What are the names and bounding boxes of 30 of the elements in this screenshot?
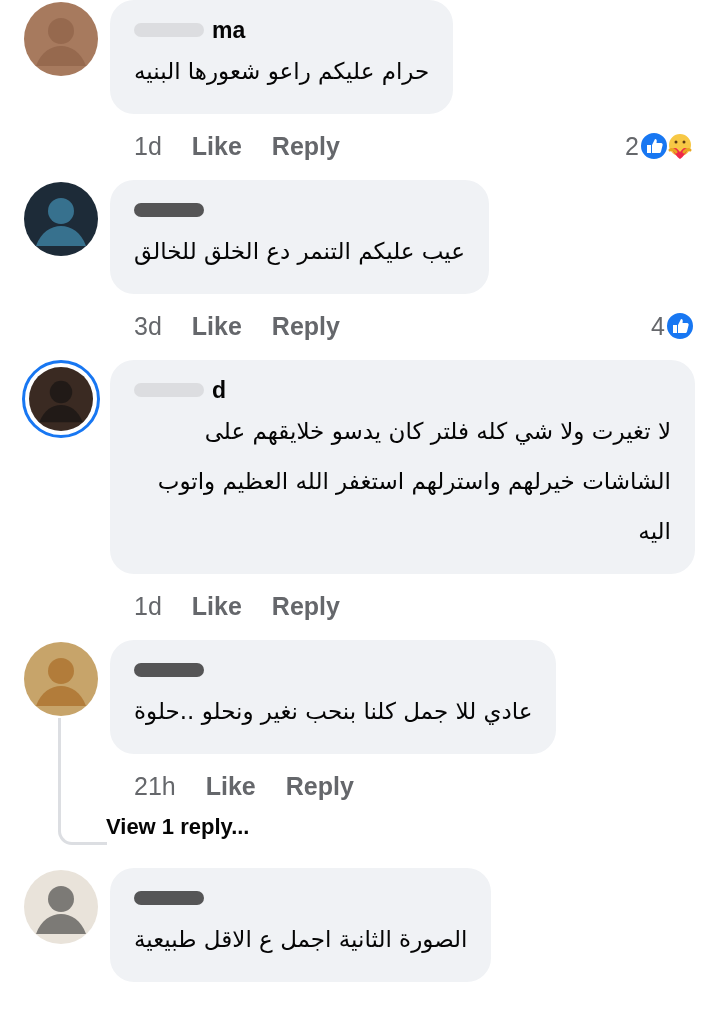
redaction-mark: [134, 663, 204, 677]
comment-text: عادي للا جمل كلنا بنحب نغير ونحلو ..حلوة: [134, 697, 533, 727]
redaction-mark: [134, 203, 204, 217]
comment-text: حرام عليكم راعو شعورها البنيه: [134, 57, 430, 87]
avatar[interactable]: [29, 367, 93, 431]
reaction-count[interactable]: 2: [625, 131, 639, 161]
reply-link[interactable]: Reply: [271, 131, 340, 161]
reply-link[interactable]: Reply: [271, 591, 340, 621]
redaction-mark: [134, 891, 204, 905]
like-link[interactable]: Like: [205, 771, 256, 801]
like-link[interactable]: Like: [191, 131, 242, 161]
comment-text: عيب عليكم التنمر دع الخلق للخالق: [134, 237, 466, 267]
timestamp: 1d: [134, 131, 162, 161]
commenter-name[interactable]: d: [212, 376, 227, 404]
thumbs-up-icon: [665, 311, 695, 341]
view-replies-link[interactable]: View 1 reply...: [106, 806, 250, 854]
comment-text: الصورة الثانية اجمل ع الاقل طبيعية: [134, 925, 468, 955]
reply-link[interactable]: Reply: [271, 311, 340, 341]
commenter-name[interactable]: ma: [212, 16, 246, 44]
timestamp: 21h: [134, 771, 176, 801]
thumbs-up-icon: [639, 131, 669, 161]
timestamp: 3d: [134, 311, 162, 341]
like-link[interactable]: Like: [191, 311, 242, 341]
comment-text: لا تغيرت ولا شي كله فلتر كان يدسو خلايقهم على الشاشات خيرلهم واسترلهم استغفر الله العظيم واتوب اليه: [156, 417, 671, 546]
like-link[interactable]: Like: [191, 591, 242, 621]
hugging-face-icon: [665, 131, 695, 161]
timestamp: 1d: [134, 591, 162, 621]
avatar[interactable]: [24, 182, 98, 256]
reaction-count[interactable]: 4: [651, 311, 665, 341]
reply-link[interactable]: Reply: [285, 771, 354, 801]
